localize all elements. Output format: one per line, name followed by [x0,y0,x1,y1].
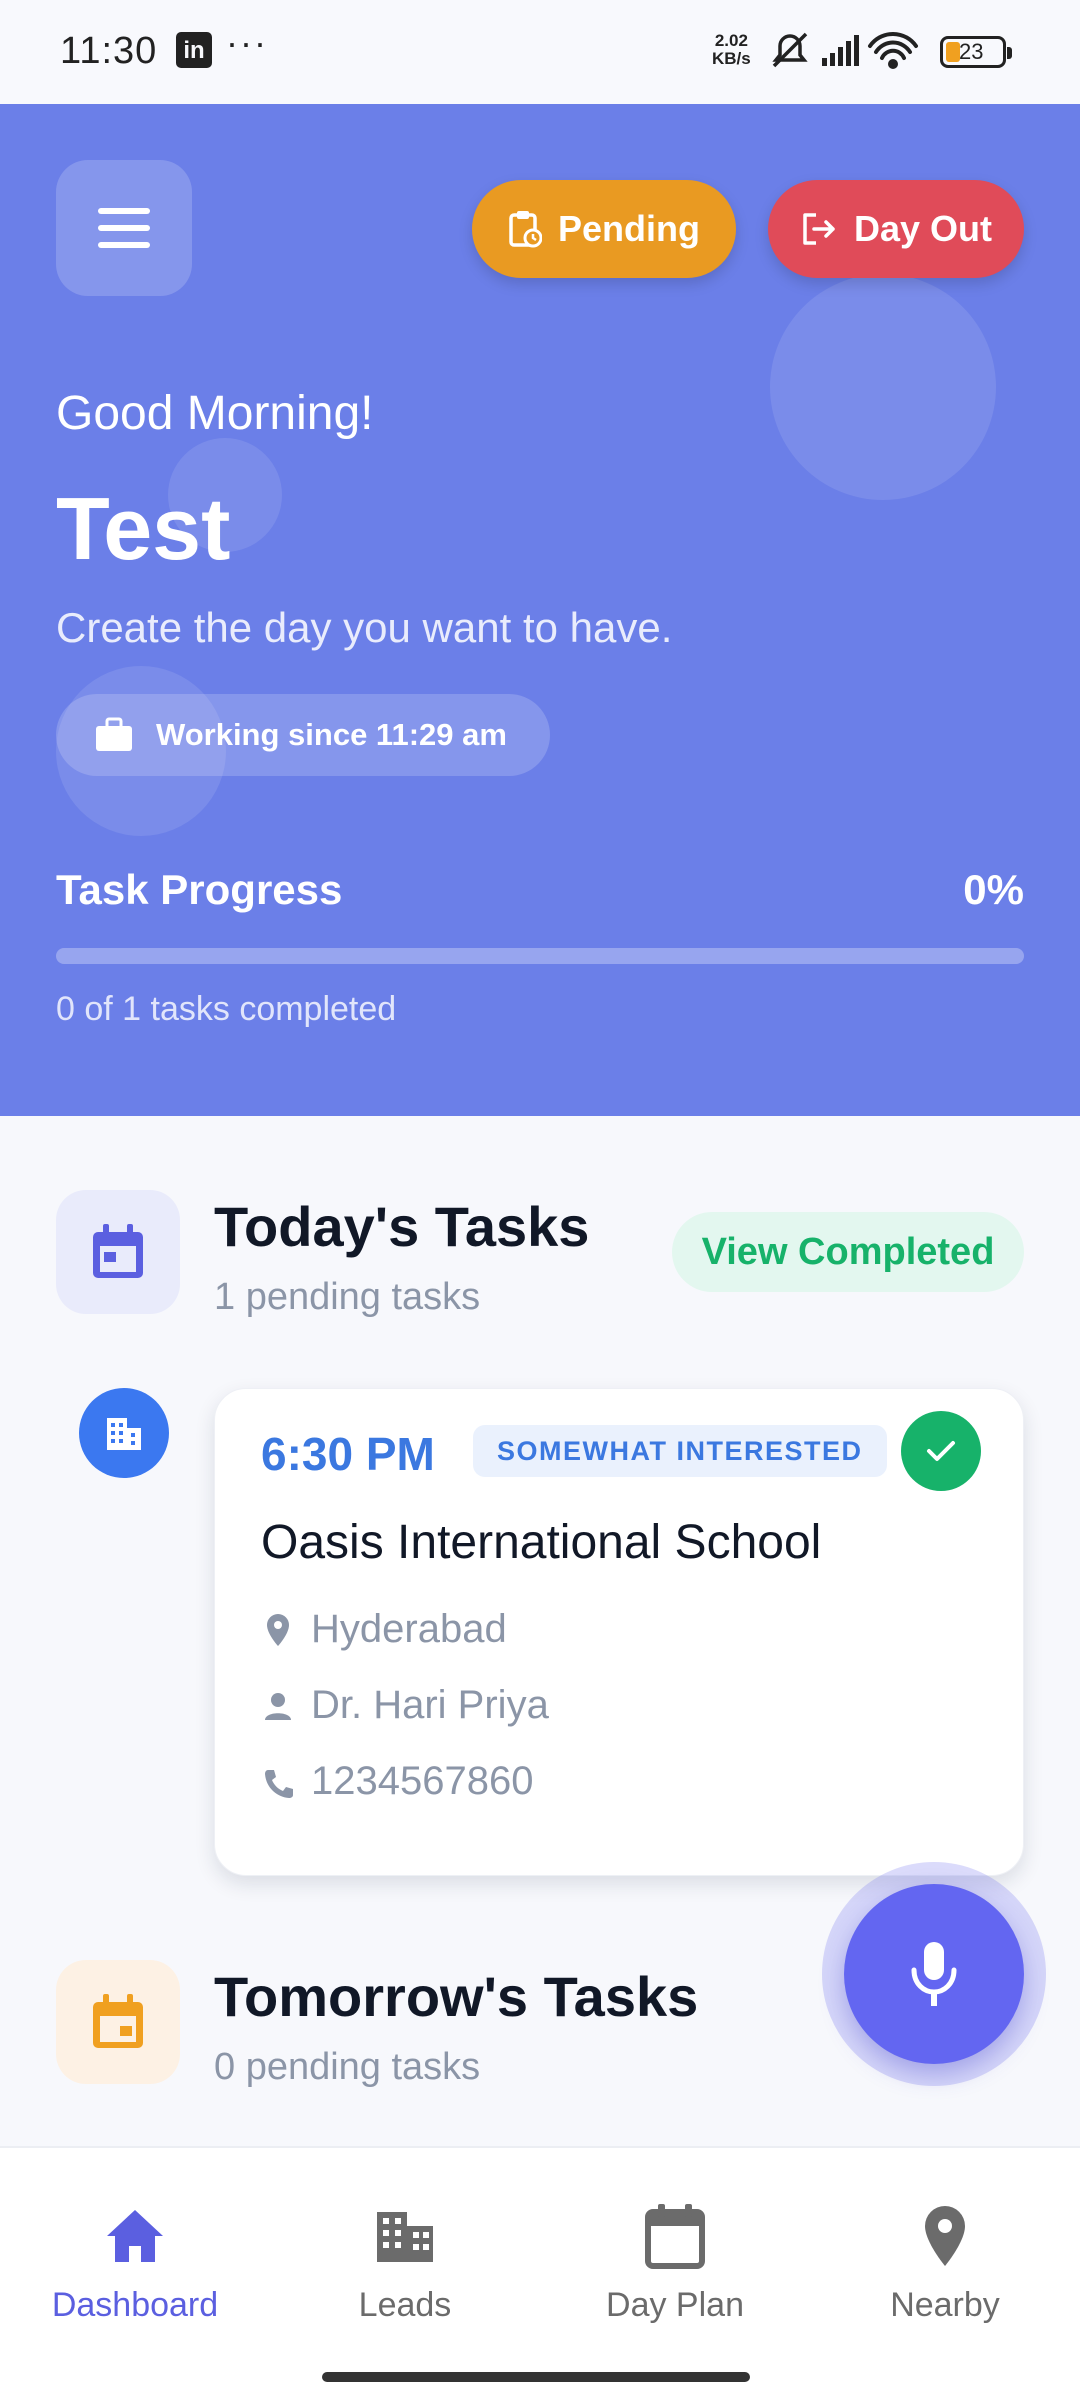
home-icon [107,2210,163,2262]
task-contact-row: Dr. Hari Priya [261,1683,549,1728]
tomorrow-tasks-subtitle: 0 pending tasks [214,2046,481,2088]
task-phone-row[interactable]: 1234567860 [261,1759,533,1804]
network-speed: 2.02 KB/s [712,31,751,68]
working-since-text: Working since 11:29 am [156,717,507,752]
timeline-marker [79,1388,169,1478]
location-pin-icon [925,2206,965,2266]
signal-icon [822,35,859,66]
status-time: 11:30 [60,30,158,72]
nav-nearby-label: Nearby [890,2286,1000,2324]
pending-label: Pending [558,208,700,249]
more-notifications-icon: ··· [226,22,268,63]
today-tasks-subtitle: 1 pending tasks [214,1276,481,1318]
status-icons [772,32,918,69]
logout-icon [803,213,835,245]
today-tasks-title: Today's Tasks [214,1195,590,1258]
nav-nearby[interactable]: Nearby [835,2198,1055,2325]
decorative-circle [770,274,996,500]
today-calendar-badge [56,1190,180,1314]
hero-header: Pending Day Out Good Morning! Test Creat… [0,104,1080,1116]
greeting: Good Morning! [56,387,374,440]
hamburger-icon [98,208,150,214]
voice-input-button[interactable] [844,1884,1024,2064]
working-since-chip: Working since 11:29 am [56,694,550,776]
phone-icon [265,1769,293,1798]
nav-dashboard-label: Dashboard [51,2286,219,2324]
tomorrow-tasks-title: Tomorrow's Tasks [214,1965,699,2028]
battery-icon: 23 [940,36,1012,68]
home-indicator[interactable] [322,2372,750,2382]
task-location: Hyderabad [311,1607,507,1651]
location-pin-icon [267,1613,289,1646]
task-time: 6:30 PM [261,1428,435,1480]
day-out-button[interactable]: Day Out [768,180,1024,278]
task-phone: 1234567860 [311,1759,534,1803]
status-bar: 11:30 in ··· 2.02 KB/s 23 [0,0,1080,104]
task-location-row: Hyderabad [261,1607,507,1652]
linkedin-icon: in [176,32,212,68]
day-out-label: Day Out [853,208,993,249]
wifi-icon [868,32,918,69]
person-icon [265,1692,291,1720]
task-status-badge: SOMEWHAT INTERESTED [473,1425,887,1477]
nav-day-plan-label: Day Plan [606,2286,744,2324]
progress-percent: 0% [963,866,1024,913]
microphone-icon [911,1942,957,2006]
mute-bell-icon [772,32,808,68]
progress-title: Task Progress [56,866,343,913]
nav-leads-label: Leads [358,2286,452,2324]
progress-summary: 0 of 1 tasks completed [56,990,397,1028]
check-icon [927,1441,955,1461]
complete-task-button[interactable] [901,1411,981,1491]
task-card[interactable]: 6:30 PM SOMEWHAT INTERESTED Oasis Intern… [214,1388,1024,1876]
nav-day-plan[interactable]: Day Plan [565,2198,785,2325]
clipboard-clock-icon [509,211,542,248]
tomorrow-calendar-badge [56,1960,180,2084]
calendar-icon [645,2204,705,2269]
view-completed-button[interactable]: View Completed [672,1212,1024,1292]
user-name: Test [56,479,231,578]
task-contact: Dr. Hari Priya [311,1683,549,1727]
calendar-icon [93,1994,143,2048]
nav-leads[interactable]: Leads [295,2198,515,2325]
building-icon [107,1418,141,1450]
nav-dashboard[interactable]: Dashboard [25,2198,245,2325]
menu-button[interactable] [56,160,192,296]
task-name: Oasis International School [261,1516,822,1569]
pending-button[interactable]: Pending [472,180,736,278]
progress-bar [56,948,1024,964]
briefcase-icon [96,717,132,751]
building-icon [377,2212,433,2262]
bottom-navigation: Dashboard Leads Day Plan Nearby [0,2146,1080,2400]
tagline: Create the day you want to have. [56,604,673,651]
calendar-icon [93,1224,143,1278]
